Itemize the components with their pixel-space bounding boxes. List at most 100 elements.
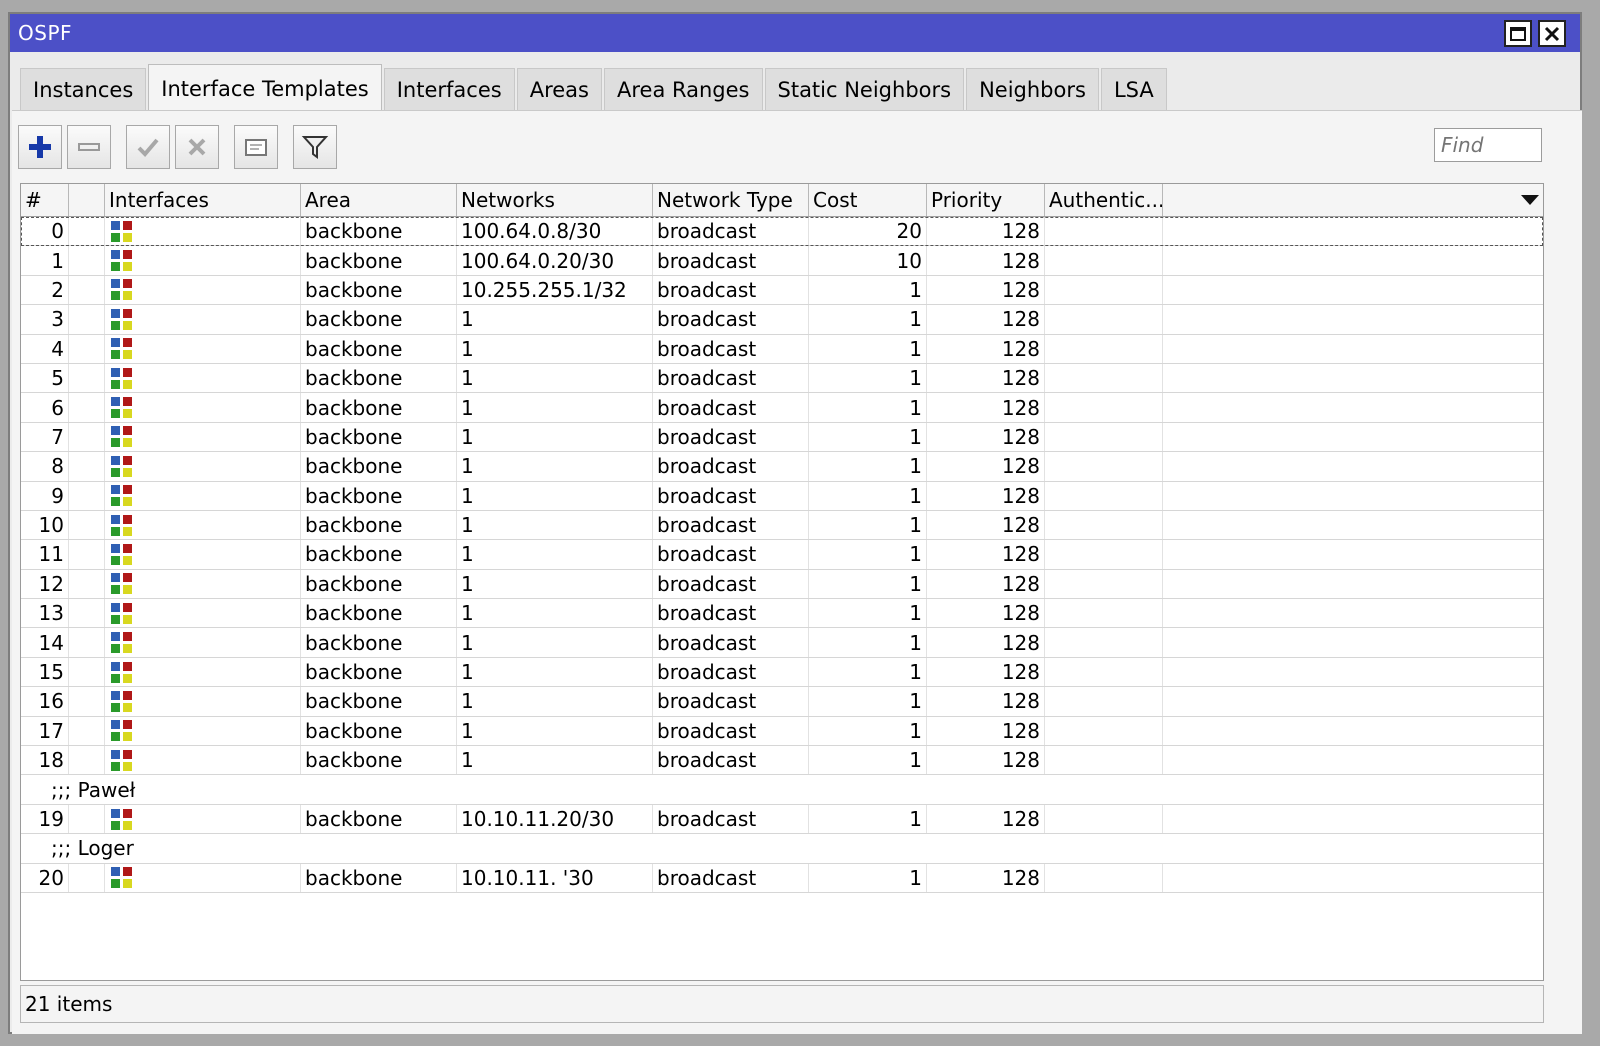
cell-authentication: [1045, 569, 1163, 599]
table-row[interactable]: 0 backbone 100.64.0.8/30 broadcast 20 128: [21, 217, 1543, 247]
cell-flag: [69, 746, 105, 775]
cell-index: 3: [21, 305, 69, 334]
cell-filler: [1163, 599, 1543, 627]
cell-networks: 1: [457, 746, 653, 775]
cell-index: 11: [21, 540, 69, 569]
tab-bar: Instances Interface Templates Interfaces Ar…: [20, 64, 1169, 112]
comment-button[interactable]: [234, 125, 278, 169]
interface-list-icon: [111, 808, 132, 830]
table-row[interactable]: 17 backbone 1 broadcast 1 128: [21, 716, 1543, 747]
cell-flag: [69, 246, 105, 275]
tab-neighbors[interactable]: Neighbors: [966, 68, 1099, 110]
cell-cost: 1: [809, 687, 927, 716]
cell-interfaces: [105, 481, 301, 510]
cell-area: backbone: [301, 804, 457, 834]
remove-button[interactable]: [67, 125, 111, 169]
cell-interfaces: [105, 422, 301, 452]
find-input[interactable]: [1434, 128, 1542, 162]
table-row[interactable]: 7 backbone 1 broadcast 1 128: [21, 422, 1543, 453]
table-row[interactable]: 1 backbone 100.64.0.20/30 broadcast 10 128: [21, 246, 1543, 276]
window-titlebar[interactable]: OSPF: [10, 14, 1580, 52]
tab-instances[interactable]: Instances: [20, 68, 147, 110]
tab-area-ranges[interactable]: Area Ranges: [603, 68, 763, 110]
table-row[interactable]: 20 backbone 10.10.11. '30 broadcast 1 128: [21, 863, 1543, 893]
cell-networks: 1: [457, 687, 653, 716]
cell-cost: 1: [809, 540, 927, 569]
cell-interfaces: [105, 246, 301, 275]
cell-cost: 1: [809, 452, 927, 481]
cell-network-type: broadcast: [653, 863, 809, 892]
table-row[interactable]: 14 backbone 1 broadcast 1 128: [21, 628, 1543, 658]
cell-filler: [1163, 717, 1543, 745]
cell-authentication: [1045, 481, 1163, 510]
column-chooser-button[interactable]: [1163, 184, 1543, 216]
header-col-flag[interactable]: [69, 184, 105, 216]
cell-cost: 1: [809, 746, 927, 775]
cell-priority: 128: [927, 422, 1045, 452]
tab-lsa[interactable]: LSA: [1100, 68, 1167, 110]
table-row[interactable]: 10 backbone 1 broadcast 1 128: [21, 510, 1543, 541]
cell-flag: [69, 628, 105, 657]
table-row[interactable]: 9 backbone 1 broadcast 1 128: [21, 481, 1543, 511]
maximize-button[interactable]: [1504, 20, 1532, 47]
cell-index: 13: [21, 599, 69, 628]
interface-list-icon: [111, 338, 132, 360]
cell-area: backbone: [301, 422, 457, 452]
table-row[interactable]: 16 backbone 1 broadcast 1 128: [21, 687, 1543, 717]
table-row[interactable]: 6 backbone 1 broadcast 1 128: [21, 393, 1543, 423]
table-row[interactable]: 13 backbone 1 broadcast 1 128: [21, 599, 1543, 629]
tab-interfaces[interactable]: Interfaces: [383, 68, 515, 110]
cell-area: backbone: [301, 569, 457, 599]
cell-networks: 1: [457, 569, 653, 599]
table-row[interactable]: 15 backbone 1 broadcast 1 128: [21, 657, 1543, 688]
cell-authentication: [1045, 510, 1163, 540]
cell-flag: [69, 481, 105, 510]
cell-index: 4: [21, 334, 69, 363]
header-col-interfaces[interactable]: Interfaces: [105, 184, 301, 216]
cell-area: backbone: [301, 246, 457, 275]
table-row[interactable]: 11 backbone 1 broadcast 1 128: [21, 540, 1543, 570]
cell-flag: [69, 422, 105, 452]
cell-network-type: broadcast: [653, 305, 809, 334]
cell-interfaces: [105, 569, 301, 599]
header-col-networks[interactable]: Networks: [457, 184, 653, 216]
table-row[interactable]: 8 backbone 1 broadcast 1 128: [21, 452, 1543, 482]
window-title: OSPF: [18, 21, 73, 45]
cell-priority: 128: [927, 363, 1045, 393]
table-row[interactable]: 4 backbone 1 broadcast 1 128: [21, 334, 1543, 364]
item-count: 21 items: [25, 992, 113, 1016]
cell-interfaces: [105, 363, 301, 393]
add-button[interactable]: [18, 125, 62, 169]
table-row[interactable]: 3 backbone 1 broadcast 1 128: [21, 305, 1543, 335]
check-icon: [137, 138, 159, 157]
cell-index: 1: [21, 246, 69, 275]
header-col-index[interactable]: #: [21, 184, 69, 216]
tab-interface-templates[interactable]: Interface Templates: [148, 64, 382, 112]
header-col-priority[interactable]: Priority: [927, 184, 1045, 216]
table-row[interactable]: 18 backbone 1 broadcast 1 128: [21, 746, 1543, 776]
cell-network-type: broadcast: [653, 628, 809, 657]
header-col-cost[interactable]: Cost: [809, 184, 927, 216]
close-button[interactable]: [1538, 20, 1566, 47]
tab-areas[interactable]: Areas: [516, 68, 602, 110]
interface-list-icon: [111, 279, 132, 301]
table-row[interactable]: 5 backbone 1 broadcast 1 128: [21, 363, 1543, 394]
disable-button[interactable]: [175, 125, 219, 169]
header-col-authentication[interactable]: Authentic...: [1045, 184, 1163, 216]
dropdown-arrow-icon: [1521, 195, 1539, 205]
table-row[interactable]: 19 backbone 10.10.11.20/30 broadcast 1 128: [21, 804, 1543, 835]
cell-authentication: [1045, 804, 1163, 834]
tab-static-neighbors[interactable]: Static Neighbors: [764, 68, 965, 110]
cell-index: 5: [21, 363, 69, 393]
header-col-area[interactable]: Area: [301, 184, 457, 216]
cell-priority: 128: [927, 217, 1045, 246]
cell-authentication: [1045, 275, 1163, 305]
cell-networks: 10.10.11. '30: [457, 863, 653, 892]
table-row[interactable]: 2 backbone 10.255.255.1/32 broadcast 1 128: [21, 275, 1543, 306]
filter-button[interactable]: [293, 125, 337, 169]
table-row[interactable]: 12 backbone 1 broadcast 1 128: [21, 569, 1543, 600]
enable-button[interactable]: [126, 125, 170, 169]
cell-flag: [69, 452, 105, 481]
header-col-network-type[interactable]: Network Type: [653, 184, 809, 216]
cell-network-type: broadcast: [653, 246, 809, 275]
